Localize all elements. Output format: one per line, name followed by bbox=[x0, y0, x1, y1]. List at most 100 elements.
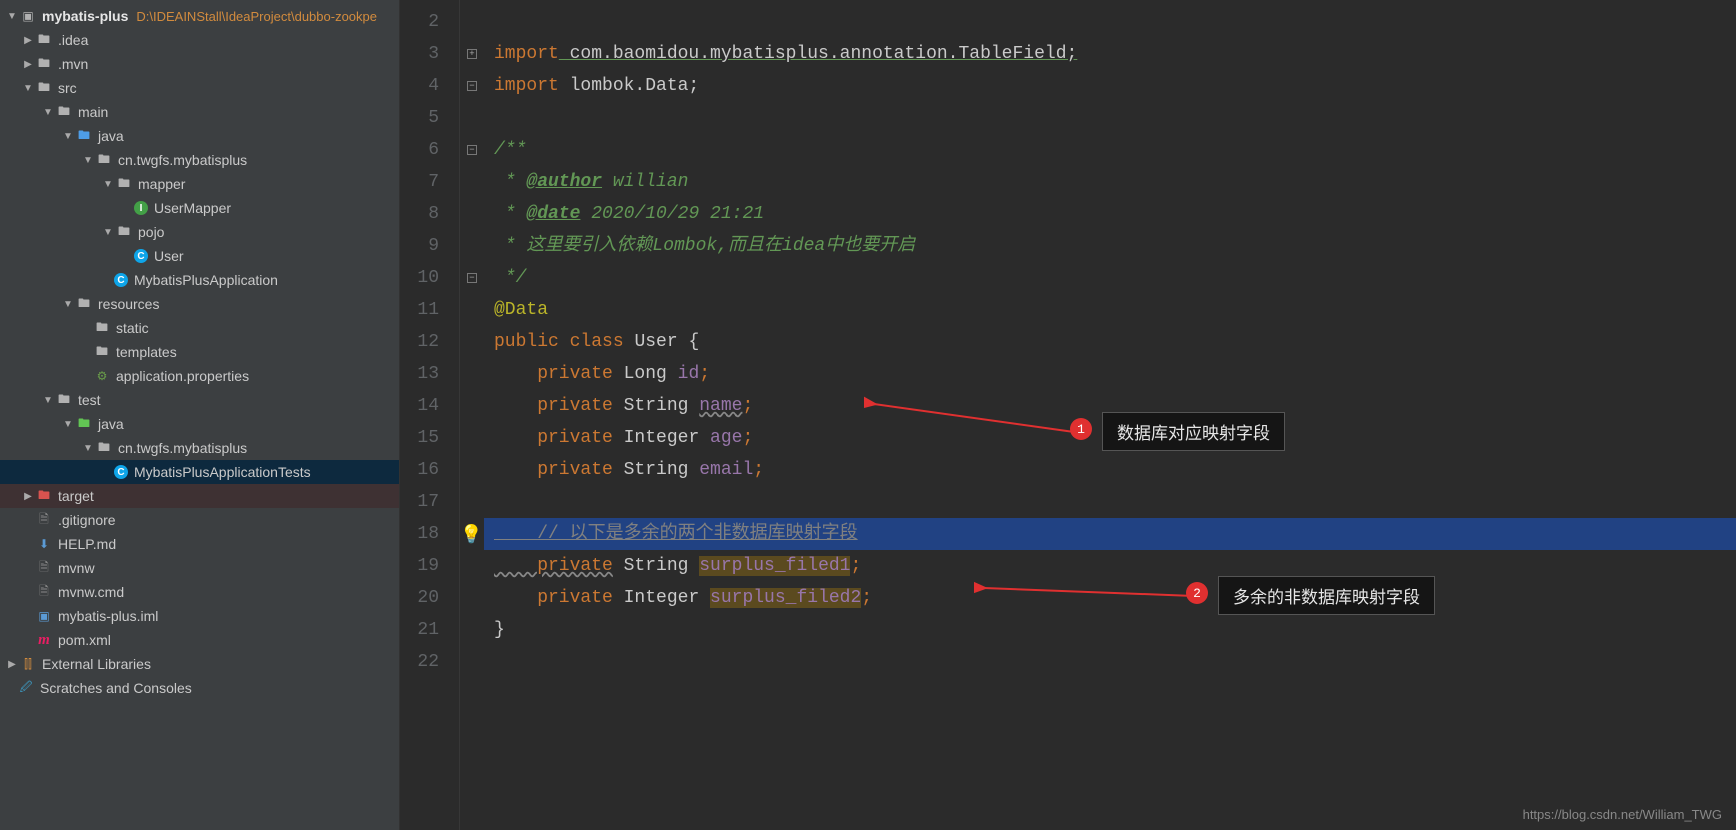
chevron-down-icon: ▼ bbox=[42, 394, 54, 406]
code-line: * @author willian bbox=[484, 166, 1736, 198]
tree-file-pom[interactable]: m pom.xml bbox=[0, 628, 399, 652]
code-line: @Data bbox=[484, 294, 1736, 326]
chevron-down-icon: ▼ bbox=[42, 106, 54, 118]
tree-class-testclass[interactable]: C MybatisPlusApplicationTests bbox=[0, 460, 399, 484]
project-name: mybatis-plus bbox=[42, 8, 128, 24]
tree-file-gitignore[interactable]: 🗎 .gitignore bbox=[0, 508, 399, 532]
interface-icon: I bbox=[134, 201, 148, 215]
code-area[interactable]: import com.baomidou.mybatisplus.annotati… bbox=[484, 0, 1736, 830]
code-line: */ bbox=[484, 262, 1736, 294]
tree-folder-idea[interactable]: ▶ 🖿 .idea bbox=[0, 28, 399, 52]
tree-external-libraries[interactable]: ▶ ⫿⫿ External Libraries bbox=[0, 652, 399, 676]
chevron-down-icon: ▼ bbox=[6, 10, 18, 22]
tree-folder-src[interactable]: ▼ 🖿 src bbox=[0, 76, 399, 100]
tree-file-mvnwcmd[interactable]: 🗎 mvnw.cmd bbox=[0, 580, 399, 604]
src-folder-icon: 🖿 bbox=[76, 128, 92, 144]
fold-collapse-icon[interactable]: − bbox=[467, 81, 477, 91]
project-tree[interactable]: ▼ ▣ mybatis-plus D:\IDEAINStall\IdeaProj… bbox=[0, 0, 400, 830]
line-gutter: 2 3 4 5 6 7 8 9 10 11 12 13 14 15 16 17 … bbox=[400, 0, 460, 830]
properties-file-icon: ⚙ bbox=[94, 368, 110, 384]
code-line: private Integer surplus_filed2; bbox=[484, 582, 1736, 614]
code-line: } bbox=[484, 614, 1736, 646]
chevron-down-icon: ▼ bbox=[62, 298, 74, 310]
tree-folder-static[interactable]: 🖿 static bbox=[0, 316, 399, 340]
class-icon: C bbox=[114, 465, 128, 479]
code-line bbox=[484, 646, 1736, 678]
fold-end-icon[interactable]: − bbox=[467, 273, 477, 283]
tree-file-appprops[interactable]: ⚙ application.properties bbox=[0, 364, 399, 388]
intention-bulb-icon[interactable]: 💡 bbox=[460, 524, 478, 542]
test-src-folder-icon: 🖿 bbox=[76, 416, 92, 432]
annotation-badge-2: 2 bbox=[1186, 582, 1208, 604]
folder-icon: 🖿 bbox=[94, 344, 110, 360]
fold-expand-icon[interactable]: + bbox=[467, 49, 477, 59]
tree-class-app[interactable]: C MybatisPlusApplication bbox=[0, 268, 399, 292]
tree-file-help[interactable]: ⬇ HELP.md bbox=[0, 532, 399, 556]
tree-project-root[interactable]: ▼ ▣ mybatis-plus D:\IDEAINStall\IdeaProj… bbox=[0, 4, 399, 28]
file-icon: 🗎 bbox=[36, 512, 52, 528]
code-line: private String email; bbox=[484, 454, 1736, 486]
folder-icon: 🖿 bbox=[56, 104, 72, 120]
chevron-down-icon: ▼ bbox=[82, 442, 94, 454]
code-line: private String surplus_filed1; bbox=[484, 550, 1736, 582]
fold-column[interactable]: + − − − 💡 bbox=[460, 0, 484, 830]
folder-icon: 🖿 bbox=[56, 392, 72, 408]
tree-folder-testjava[interactable]: ▼ 🖿 java bbox=[0, 412, 399, 436]
tree-package-test[interactable]: ▼ 🖿 cn.twgfs.mybatisplus bbox=[0, 436, 399, 460]
maven-file-icon: m bbox=[36, 632, 52, 648]
folder-icon: 🖿 bbox=[94, 320, 110, 336]
code-line: import lombok.Data; bbox=[484, 70, 1736, 102]
folder-icon: 🖿 bbox=[36, 56, 52, 72]
code-line bbox=[484, 102, 1736, 134]
markdown-file-icon: ⬇ bbox=[36, 536, 52, 552]
package-icon: 🖿 bbox=[96, 440, 112, 456]
tree-folder-resources[interactable]: ▼ 🖿 resources bbox=[0, 292, 399, 316]
module-icon: ▣ bbox=[20, 8, 36, 24]
chevron-down-icon: ▼ bbox=[102, 178, 114, 190]
tree-package[interactable]: ▼ 🖿 cn.twgfs.mybatisplus bbox=[0, 148, 399, 172]
tree-scratches[interactable]: 🖉 Scratches and Consoles bbox=[0, 676, 399, 700]
chevron-right-icon: ▶ bbox=[22, 490, 34, 502]
tree-folder-templates[interactable]: 🖿 templates bbox=[0, 340, 399, 364]
chevron-down-icon: ▼ bbox=[22, 82, 34, 94]
code-line: // 以下是多余的两个非数据库映射字段 bbox=[484, 518, 1736, 550]
file-icon: 🗎 bbox=[36, 560, 52, 576]
code-line: public class User { bbox=[484, 326, 1736, 358]
code-editor[interactable]: 2 3 4 5 6 7 8 9 10 11 12 13 14 15 16 17 … bbox=[400, 0, 1736, 830]
tree-folder-target[interactable]: ▶ 🖿 target bbox=[0, 484, 399, 508]
class-icon: C bbox=[114, 273, 128, 287]
iml-file-icon: ▣ bbox=[36, 608, 52, 624]
tree-folder-test[interactable]: ▼ 🖿 test bbox=[0, 388, 399, 412]
tree-folder-pojo[interactable]: ▼ 🖿 pojo bbox=[0, 220, 399, 244]
libraries-icon: ⫿⫿ bbox=[20, 656, 36, 672]
fold-collapse-icon[interactable]: − bbox=[467, 145, 477, 155]
chevron-right-icon: ▶ bbox=[22, 58, 34, 70]
annotation-label-2: 多余的非数据库映射字段 bbox=[1218, 576, 1435, 615]
code-line: /** bbox=[484, 134, 1736, 166]
code-line: import com.baomidou.mybatisplus.annotati… bbox=[484, 38, 1736, 70]
chevron-right-icon: ▶ bbox=[22, 34, 34, 46]
tree-folder-mapper[interactable]: ▼ 🖿 mapper bbox=[0, 172, 399, 196]
excluded-folder-icon: 🖿 bbox=[36, 488, 52, 504]
tree-folder-main[interactable]: ▼ 🖿 main bbox=[0, 100, 399, 124]
resources-folder-icon: 🖿 bbox=[76, 296, 92, 312]
chevron-down-icon: ▼ bbox=[62, 130, 74, 142]
code-line: * @date 2020/10/29 21:21 bbox=[484, 198, 1736, 230]
chevron-down-icon: ▼ bbox=[62, 418, 74, 430]
tree-file-iml[interactable]: ▣ mybatis-plus.iml bbox=[0, 604, 399, 628]
tree-folder-mvn[interactable]: ▶ 🖿 .mvn bbox=[0, 52, 399, 76]
tree-class-user[interactable]: C User bbox=[0, 244, 399, 268]
tree-folder-java[interactable]: ▼ 🖿 java bbox=[0, 124, 399, 148]
tree-file-mvnw[interactable]: 🗎 mvnw bbox=[0, 556, 399, 580]
folder-icon: 🖿 bbox=[36, 32, 52, 48]
chevron-down-icon: ▼ bbox=[102, 226, 114, 238]
code-line bbox=[484, 6, 1736, 38]
chevron-down-icon: ▼ bbox=[82, 154, 94, 166]
scratches-icon: 🖉 bbox=[18, 680, 34, 696]
class-icon: C bbox=[134, 249, 148, 263]
package-icon: 🖿 bbox=[96, 152, 112, 168]
chevron-right-icon: ▶ bbox=[6, 658, 18, 670]
tree-class-usermapper[interactable]: I UserMapper bbox=[0, 196, 399, 220]
annotation-badge-1: 1 bbox=[1070, 418, 1092, 440]
watermark: https://blog.csdn.net/William_TWG bbox=[1523, 807, 1722, 822]
